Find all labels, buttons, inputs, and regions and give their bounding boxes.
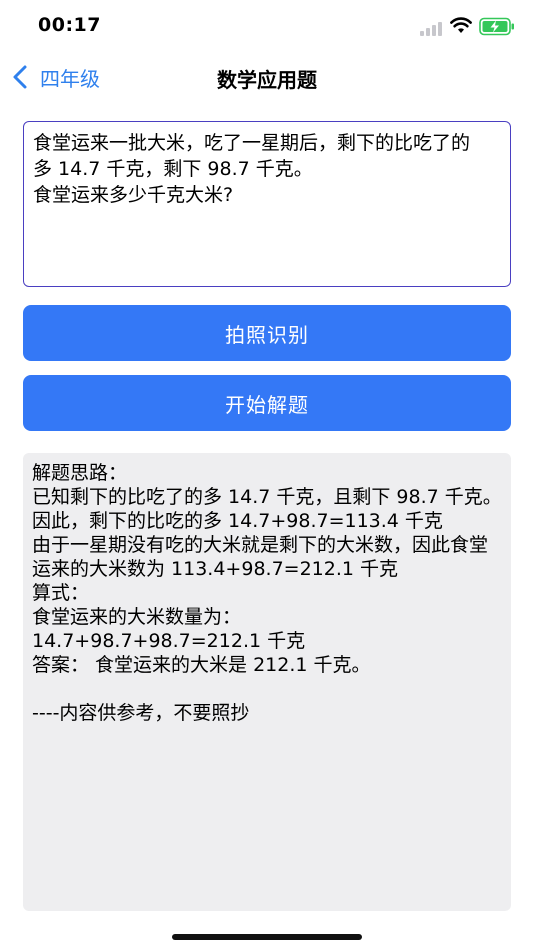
page-title: 数学应用题 <box>217 68 317 92</box>
wifi-icon <box>450 17 472 33</box>
home-indicator[interactable] <box>172 934 362 940</box>
answer-text-area: 解题思路： 已知剩下的比吃了的多 14.7 千克，且剩下 98.7 千克。因此，… <box>23 453 511 911</box>
status-time: 00:17 <box>38 14 101 36</box>
question-input[interactable]: 食堂运来一批大米，吃了一星期后，剩下的比吃了的 多 14.7 千克，剩下 98.… <box>23 121 511 287</box>
battery-charging-icon <box>479 17 514 36</box>
cellular-signal-icon <box>420 22 442 36</box>
navigation-bar: 四年级 数学应用题 <box>0 54 534 100</box>
status-bar: 00:17 <box>0 0 534 54</box>
photo-recognize-button[interactable]: 拍照识别 <box>23 305 511 361</box>
start-solve-button[interactable]: 开始解题 <box>23 375 511 431</box>
